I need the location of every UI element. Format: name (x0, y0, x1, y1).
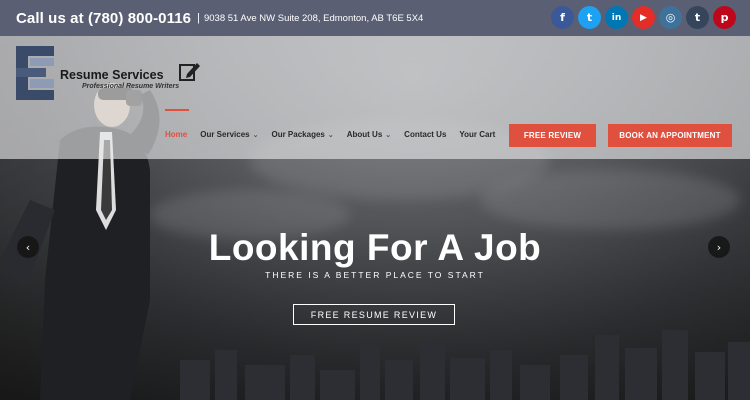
chevron-right-icon: › (716, 240, 722, 254)
logo-e-mark (16, 46, 54, 100)
pinterest-icon[interactable]: p (713, 6, 736, 29)
tumblr-icon[interactable]: t (686, 6, 709, 29)
top-bar: Call us at (780) 800-0116 | 9038 51 Ave … (0, 0, 750, 36)
logo-subtitle: Professional Resume Writers (82, 83, 180, 90)
hero-headline: Looking For A Job (208, 227, 542, 268)
nav-contact-us[interactable]: Contact Us (404, 130, 446, 139)
book-appointment-button[interactable]: BOOK AN APPOINTMENT (608, 124, 732, 147)
twitter-icon[interactable]: t (578, 6, 601, 29)
nav-our-packages[interactable]: Our Packages ⌄ (271, 130, 333, 139)
nav-about-us[interactable]: About Us ⌄ (347, 130, 391, 139)
logo-title: Resume Services (60, 68, 164, 82)
chevron-left-icon: ‹ (25, 240, 31, 254)
slider-prev-arrow[interactable]: ‹ (17, 236, 39, 258)
nav-our-services[interactable]: Our Services ⌄ (200, 130, 258, 139)
chevron-down-icon: ⌄ (252, 132, 259, 139)
slider-next-arrow[interactable]: › (708, 236, 730, 258)
pen-paper-icon (179, 63, 200, 81)
main-nav: Home Our Services ⌄ Our Packages ⌄ About U… (165, 109, 508, 139)
active-indicator (165, 109, 189, 111)
nav-label: Home (165, 130, 188, 139)
phone-number[interactable]: Call us at (780) 800-0116 (16, 10, 191, 27)
chevron-down-icon: ⌄ (327, 132, 334, 139)
address: 9038 51 Ave NW Suite 208, Edmonton, AB T… (203, 12, 424, 24)
nav-label: Our Packages (271, 130, 325, 139)
nav-home[interactable]: Home (165, 109, 189, 139)
free-review-button[interactable]: FREE REVIEW (509, 124, 596, 147)
free-resume-review-button[interactable]: FREE RESUME REVIEW (293, 304, 455, 325)
linkedin-icon[interactable]: in (605, 6, 628, 29)
instagram-icon[interactable]: ◎ (659, 6, 682, 29)
hero-subline: THERE IS A BETTER PLACE TO START (265, 270, 485, 280)
site-header: Resume Services Professional Resume Writ… (0, 36, 750, 159)
nav-label: Our Services (200, 130, 250, 139)
facebook-icon[interactable]: f (551, 6, 574, 29)
social-links: f t in ▶ ◎ t p (551, 6, 736, 29)
logo[interactable]: Resume Services Professional Resume Writ… (16, 46, 206, 108)
nav-label: Your Cart (459, 130, 496, 139)
chevron-down-icon: ⌄ (385, 132, 392, 139)
nav-your-cart[interactable]: Your Cart (459, 130, 495, 139)
nav-label: About Us (346, 130, 383, 139)
separator: | (197, 12, 200, 24)
city-skyline (180, 330, 750, 400)
nav-label: Contact Us (404, 130, 447, 139)
youtube-icon[interactable]: ▶ (632, 6, 655, 29)
